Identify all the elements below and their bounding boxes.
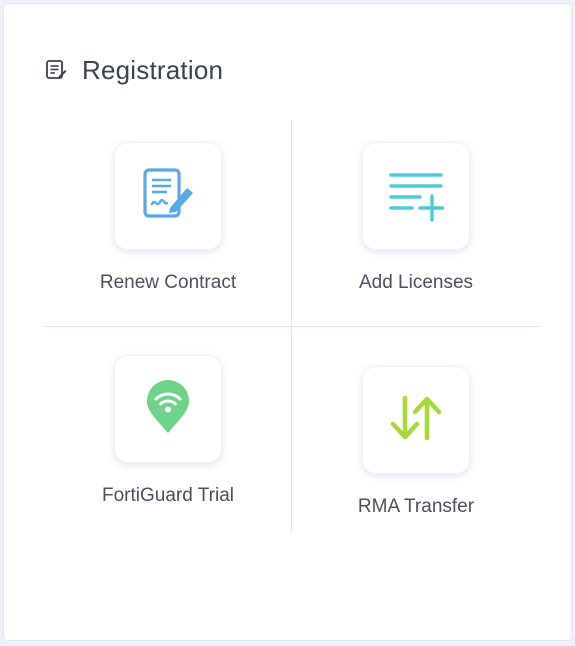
page-title: Registration [82,54,224,85]
rma-transfer-button[interactable]: RMA Transfer [292,366,540,518]
location-wifi-icon [142,379,194,440]
renew-contract-button[interactable]: Renew Contract [44,142,292,294]
registration-options-grid: Renew Contract Add Licenses FortiGuard T… [44,120,540,534]
transfer-arrows-icon [388,394,444,447]
renew-contract-icon-box[interactable] [114,142,222,250]
rma-transfer-label: RMA Transfer [357,496,475,517]
fortiguard-trial-label: FortiGuard Trial [102,485,234,506]
add-licenses-label: Add Licenses [358,272,474,293]
add-licenses-button[interactable]: Add Licenses [292,142,540,294]
list-add-icon [388,166,446,227]
contract-edit-icon [140,166,196,227]
panel-header: Registration [44,54,223,86]
rma-transfer-icon-box[interactable] [362,366,470,474]
fortiguard-trial-button[interactable]: FortiGuard Trial [44,355,292,507]
grid-divider-horizontal [44,326,540,327]
add-licenses-icon-box[interactable] [362,142,470,250]
renew-contract-label: Renew Contract [99,272,237,293]
fortiguard-trial-icon-box[interactable] [114,355,222,463]
registration-form-icon [44,58,68,82]
registration-panel: Registration Renew Contract Add Licenses… [3,3,572,641]
